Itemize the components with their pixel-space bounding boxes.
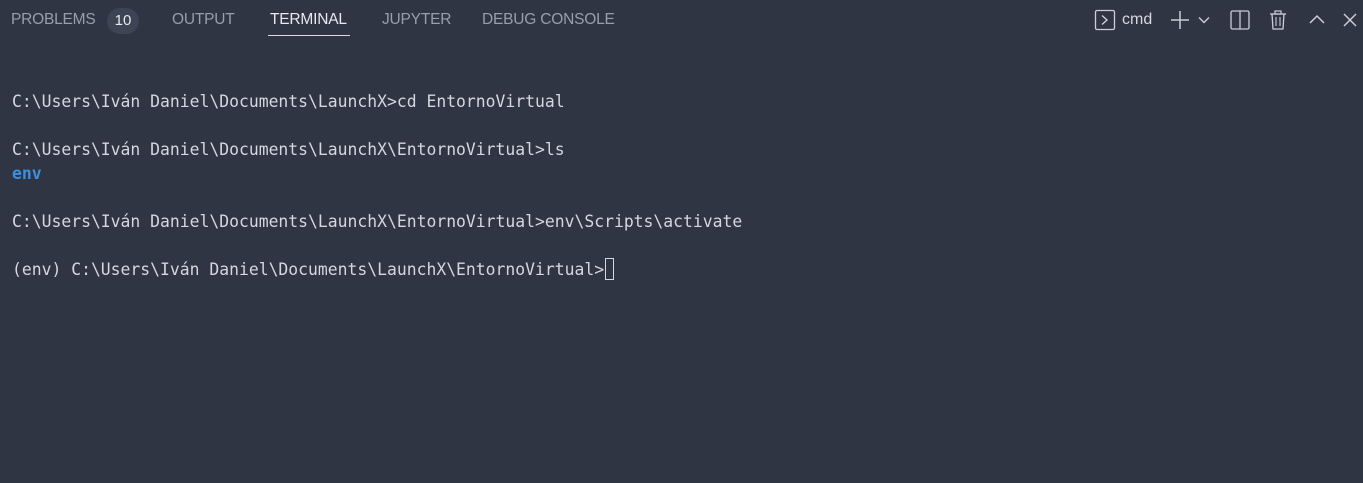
terminal-prompt: (env) C:\Users\Iván Daniel\Documents\Lau… — [12, 260, 605, 279]
plus-icon[interactable] — [1168, 8, 1192, 32]
chevron-up-icon[interactable] — [1307, 8, 1327, 32]
terminal-line-directory: env — [12, 164, 42, 183]
close-icon[interactable] — [1340, 8, 1360, 32]
terminal-icon[interactable] — [1093, 8, 1117, 32]
split-icon[interactable] — [1229, 8, 1251, 32]
chevron-down-icon[interactable] — [1196, 8, 1212, 32]
terminal-panel: PROBLEMS 10 OUTPUT TERMINAL JUPYTER DEBU… — [0, 0, 1363, 483]
panel-actions: cmd — [0, 0, 1363, 42]
terminal-cursor — [605, 258, 615, 280]
terminal-prompt-line[interactable]: (env) C:\Users\Iván Daniel\Documents\Lau… — [12, 258, 615, 282]
terminal-line: C:\Users\Iván Daniel\Documents\LaunchX>c… — [12, 92, 565, 111]
terminal-line: C:\Users\Iván Daniel\Documents\LaunchX\E… — [12, 140, 565, 159]
terminal-line: C:\Users\Iván Daniel\Documents\LaunchX\E… — [12, 212, 743, 231]
terminal-shell-label[interactable]: cmd — [1122, 11, 1152, 29]
terminal-output[interactable]: C:\Users\Iván Daniel\Documents\LaunchX>c… — [12, 90, 1352, 470]
trash-icon[interactable] — [1267, 8, 1289, 32]
